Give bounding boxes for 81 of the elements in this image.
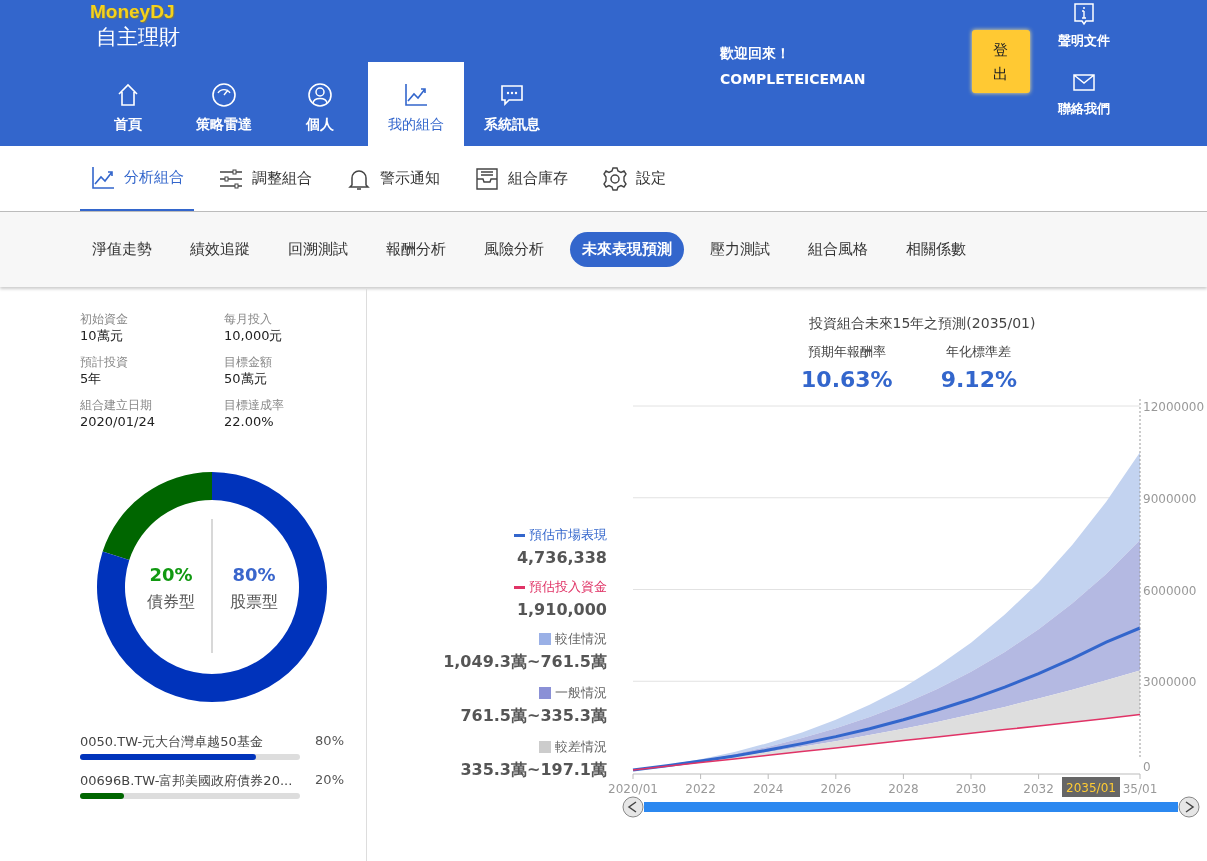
analysis-tab[interactable]: 風險分析 (472, 232, 556, 267)
legend-value: 1,910,000 (516, 600, 607, 619)
axis-label: 2030 (955, 782, 987, 796)
percent-label: 20% (149, 564, 193, 585)
field-label: 目標金額 (224, 354, 273, 370)
stat-value: 10.63% (801, 367, 893, 392)
section-tab[interactable]: 調整組合 (208, 146, 322, 211)
section-tab[interactable]: 警示通知 (336, 146, 450, 211)
nav-tab[interactable]: 我的組合 (368, 62, 464, 146)
analysis-tab[interactable]: 績效追蹤 (178, 232, 262, 267)
analysis-tab[interactable]: 報酬分析 (374, 232, 458, 267)
category-label: 債券型 (147, 592, 195, 611)
chart-title: 投資組合未來15年之預測(2035/01) (807, 315, 1037, 333)
holding-name[interactable]: 0050.TW-元大台灣卓越50基金 (80, 733, 263, 751)
axis-label: 2026 (820, 782, 852, 796)
header-link[interactable]: 聯絡我們 (1053, 70, 1114, 118)
percent-label: 80% (232, 564, 276, 585)
legend-label: 預估市場表現 (529, 526, 607, 544)
field-value: 5年 (80, 370, 103, 388)
axis-label: 2028 (888, 782, 919, 796)
username: COMPLETEICEMAN (720, 70, 866, 89)
axis-label: 2024 (752, 782, 784, 796)
stat-value: 9.12% (940, 367, 1017, 392)
axis-label: 3000000 (1143, 675, 1197, 690)
nav-tab[interactable]: 個人 (272, 62, 368, 146)
analysis-tab[interactable]: 相關係數 (894, 232, 978, 267)
field-value: 50萬元 (224, 370, 268, 388)
axis-label: 12000000 (1143, 400, 1205, 414)
field-value: 2020/01/24 (80, 413, 156, 431)
analysis-tab[interactable]: 壓力測試 (698, 232, 782, 267)
section-tab[interactable]: 組合庫存 (464, 146, 578, 211)
analysis-tab[interactable]: 未來表現預測 (570, 232, 684, 267)
welcome-text: 歡迎回來！ (720, 44, 791, 63)
field-value: 10萬元 (80, 327, 124, 345)
axis-label: 9000000 (1143, 491, 1197, 506)
legend-label: 一般情況 (555, 684, 607, 702)
chat-bubble-icon (499, 82, 525, 108)
user-icon (307, 82, 333, 108)
nav-tab[interactable]: 策略雷達 (176, 62, 272, 146)
date-tooltip: 2035/01 (1062, 777, 1120, 797)
line-chart-icon (90, 164, 116, 191)
holding-name[interactable]: 00696B.TW-富邦美國政府債券20... (80, 772, 293, 790)
field-label: 每月投入 (224, 311, 273, 327)
holding-percent: 20% (315, 772, 344, 789)
field-label: 初始資金 (80, 311, 129, 327)
tray-icon (474, 165, 500, 192)
nav-tab[interactable]: 系統訊息 (464, 62, 560, 146)
logo[interactable]: MoneyDJ (90, 0, 560, 22)
legend-label: 預估投入資金 (529, 578, 607, 596)
field-label: 預計投資 (80, 354, 129, 370)
axis-label: 6000000 (1143, 583, 1197, 598)
legend-label: 較差情況 (555, 738, 607, 756)
legend-label: 較佳情況 (555, 630, 607, 648)
axis-label: 2032 (1023, 782, 1054, 796)
legend-value: 4,736,338 (516, 548, 607, 567)
analysis-tab[interactable]: 回溯測試 (276, 232, 360, 267)
logout-button[interactable]: 登出 (971, 30, 1030, 93)
header-link[interactable]: 聲明文件 (1053, 2, 1114, 50)
category-label: 股票型 (230, 592, 278, 611)
gauge-icon (211, 82, 237, 108)
axis-label: 0 (1143, 760, 1151, 774)
line-chart-icon (403, 82, 429, 108)
nav-tab[interactable]: 首頁 (80, 62, 176, 146)
holding-percent: 80% (315, 733, 344, 750)
analysis-tab[interactable]: 組合風格 (796, 232, 880, 267)
section-tab[interactable]: 設定 (592, 146, 676, 211)
axis-label: 2022 (685, 782, 716, 796)
legend-value: 761.5萬~335.3萬 (460, 706, 607, 727)
axis-label: 35/01 (1122, 782, 1158, 796)
analysis-tab[interactable]: 淨值走勢 (80, 232, 164, 267)
legend-value: 335.3萬~197.1萬 (460, 760, 607, 781)
site-subtitle: 自主理財 (95, 24, 181, 51)
stat-label: 預期年報酬率 (806, 343, 887, 361)
axis-label: 2020/01 (608, 782, 658, 796)
field-value: 22.00% (224, 413, 275, 431)
field-label: 目標達成率 (224, 397, 285, 413)
stat-label: 年化標準差 (945, 343, 1013, 361)
field-label: 組合建立日期 (80, 397, 153, 413)
field-value: 10,000元 (224, 327, 284, 345)
settings-icon (602, 165, 628, 192)
legend-value: 1,049.3萬~761.5萬 (443, 652, 607, 673)
